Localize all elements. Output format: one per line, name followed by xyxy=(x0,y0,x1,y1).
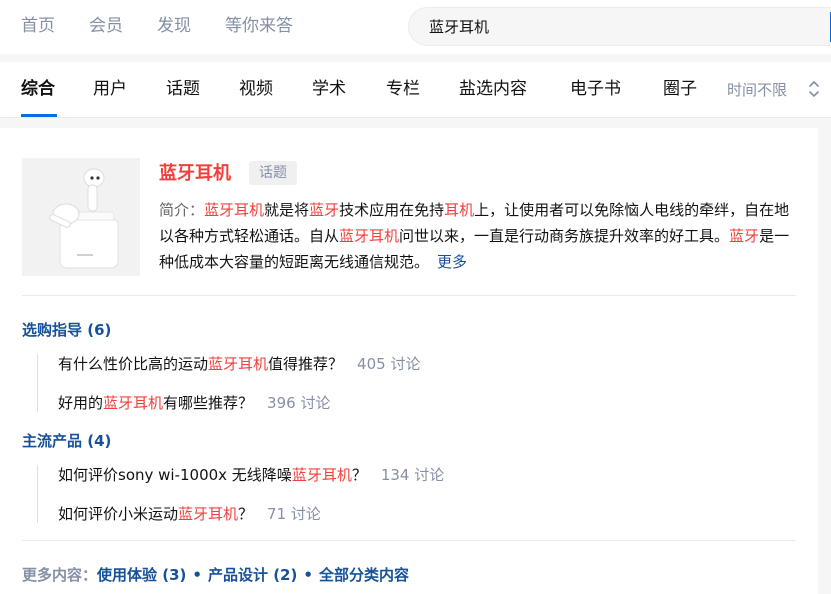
intro-highlight: 耳机 xyxy=(444,201,475,219)
tab-circles[interactable]: 圈子 xyxy=(663,78,697,100)
section-title-main-products[interactable]: 主流产品 (4) xyxy=(22,431,111,451)
topic-intro: 简介：蓝牙耳机就是将蓝牙技术应用在免持耳机上，让使用者可以免除恼人电线的牵绊，自… xyxy=(159,197,799,275)
intro-text: 技术应用在免持 xyxy=(339,201,445,219)
question-highlight: 蓝牙耳机 xyxy=(103,394,164,412)
topic-title[interactable]: 蓝牙耳机 xyxy=(159,163,231,185)
intro-label: 简介： xyxy=(159,201,205,219)
nav-home[interactable]: 首页 xyxy=(21,15,55,37)
separator-dot: • xyxy=(192,566,202,584)
intro-highlight: 蓝牙耳机 xyxy=(339,227,400,245)
tab-ebooks[interactable]: 电子书 xyxy=(570,78,621,100)
nav-discover[interactable]: 发现 xyxy=(157,15,191,37)
question-highlight: 蓝牙耳机 xyxy=(208,355,269,373)
intro-highlight: 蓝牙 xyxy=(309,201,340,219)
question-text: 好用的 xyxy=(58,394,104,412)
page-gutter xyxy=(818,118,831,594)
discussion-count: 134 讨论 xyxy=(380,466,445,484)
tab-academic[interactable]: 学术 xyxy=(312,78,346,100)
tab-columns[interactable]: 专栏 xyxy=(386,78,420,100)
tab-videos[interactable]: 视频 xyxy=(239,78,273,100)
question-item[interactable]: 有什么性价比高的运动蓝牙耳机值得推荐？ 405 讨论 xyxy=(58,354,420,393)
divider xyxy=(22,540,796,541)
question-text: 有哪些推荐？ xyxy=(163,394,254,412)
question-list-main-products: 如何评价sony wi-1000x 无线降噪蓝牙耳机？ 134 讨论 如何评价小米运… xyxy=(37,465,444,523)
question-item[interactable]: 如何评价小米运动蓝牙耳机？ 71 讨论 xyxy=(58,504,444,543)
question-item[interactable]: 好用的蓝牙耳机有哪些推荐？ 396 讨论 xyxy=(58,393,420,432)
topic-result-card: 蓝牙耳机 话题 简介：蓝牙耳机就是将蓝牙技术应用在免持耳机上，让使用者可以免除恼… xyxy=(0,128,818,594)
question-list-buying-guide: 有什么性价比高的运动蓝牙耳机值得推荐？ 405 讨论 好用的蓝牙耳机有哪些推荐？ 39… xyxy=(37,354,420,412)
updown-chevron-icon[interactable] xyxy=(808,78,820,100)
more-content-link[interactable]: 全部分类内容 xyxy=(319,566,409,584)
search-tabs: 综合 用户 话题 视频 学术 专栏 盐选内容 电子书 圈子 时间不限 xyxy=(0,62,831,118)
tab-topics[interactable]: 话题 xyxy=(166,78,200,100)
search-box[interactable]: 蓝牙耳机 xyxy=(408,7,831,46)
tab-salt-content[interactable]: 盐选内容 xyxy=(459,78,527,100)
time-filter-select[interactable]: 时间不限 xyxy=(727,80,787,100)
separator-dot: • xyxy=(303,566,313,584)
intro-more-link[interactable]: 更多 xyxy=(437,253,467,271)
nav-waiting-answer[interactable]: 等你来答 xyxy=(225,15,293,37)
intro-highlight: 蓝牙 xyxy=(729,227,760,245)
question-text: ？ xyxy=(351,466,367,484)
question-item[interactable]: 如何评价sony wi-1000x 无线降噪蓝牙耳机？ 134 讨论 xyxy=(58,465,444,504)
more-content-link[interactable]: 使用体验 (3) xyxy=(97,566,186,584)
question-highlight: 蓝牙耳机 xyxy=(178,505,239,523)
discussion-count: 396 讨论 xyxy=(267,394,331,412)
question-text: 值得推荐？ xyxy=(268,355,344,373)
discussion-count: 71 讨论 xyxy=(267,505,321,523)
top-nav: 首页 会员 发现 等你来答 xyxy=(21,15,327,37)
question-text: 如何评价sony wi-1000x 无线降噪 xyxy=(58,466,292,484)
search-input[interactable]: 蓝牙耳机 xyxy=(429,17,489,37)
intro-highlight: 蓝牙耳机 xyxy=(204,201,265,219)
question-highlight: 蓝牙耳机 xyxy=(291,466,352,484)
more-content-link[interactable]: 产品设计 (2) xyxy=(208,566,297,584)
nav-vip[interactable]: 会员 xyxy=(89,15,123,37)
topic-type-badge: 话题 xyxy=(249,161,297,185)
more-content-row: 更多内容：使用体验 (3) • 产品设计 (2) • 全部分类内容 xyxy=(22,565,409,585)
divider xyxy=(22,295,796,296)
question-text: ？ xyxy=(238,505,254,523)
question-text: 如何评价小米运动 xyxy=(58,505,179,523)
discussion-count: 405 讨论 xyxy=(357,355,421,373)
question-text: 有什么性价比高的运动 xyxy=(58,355,209,373)
topic-thumbnail[interactable] xyxy=(22,158,140,276)
tab-all[interactable]: 综合 xyxy=(21,78,55,100)
more-content-label: 更多内容： xyxy=(22,566,98,584)
top-navbar: 首页 会员 发现 等你来答 蓝牙耳机 xyxy=(0,0,831,54)
tab-users[interactable]: 用户 xyxy=(93,78,127,100)
intro-text: 问世以来，一直是行动商务族提升效率的好工具。 xyxy=(399,227,730,245)
intro-text: 就是将 xyxy=(264,201,310,219)
section-title-buying-guide[interactable]: 选购指导 (6) xyxy=(22,320,111,340)
earbuds-case-image xyxy=(22,158,140,276)
active-tab-indicator xyxy=(21,114,57,117)
